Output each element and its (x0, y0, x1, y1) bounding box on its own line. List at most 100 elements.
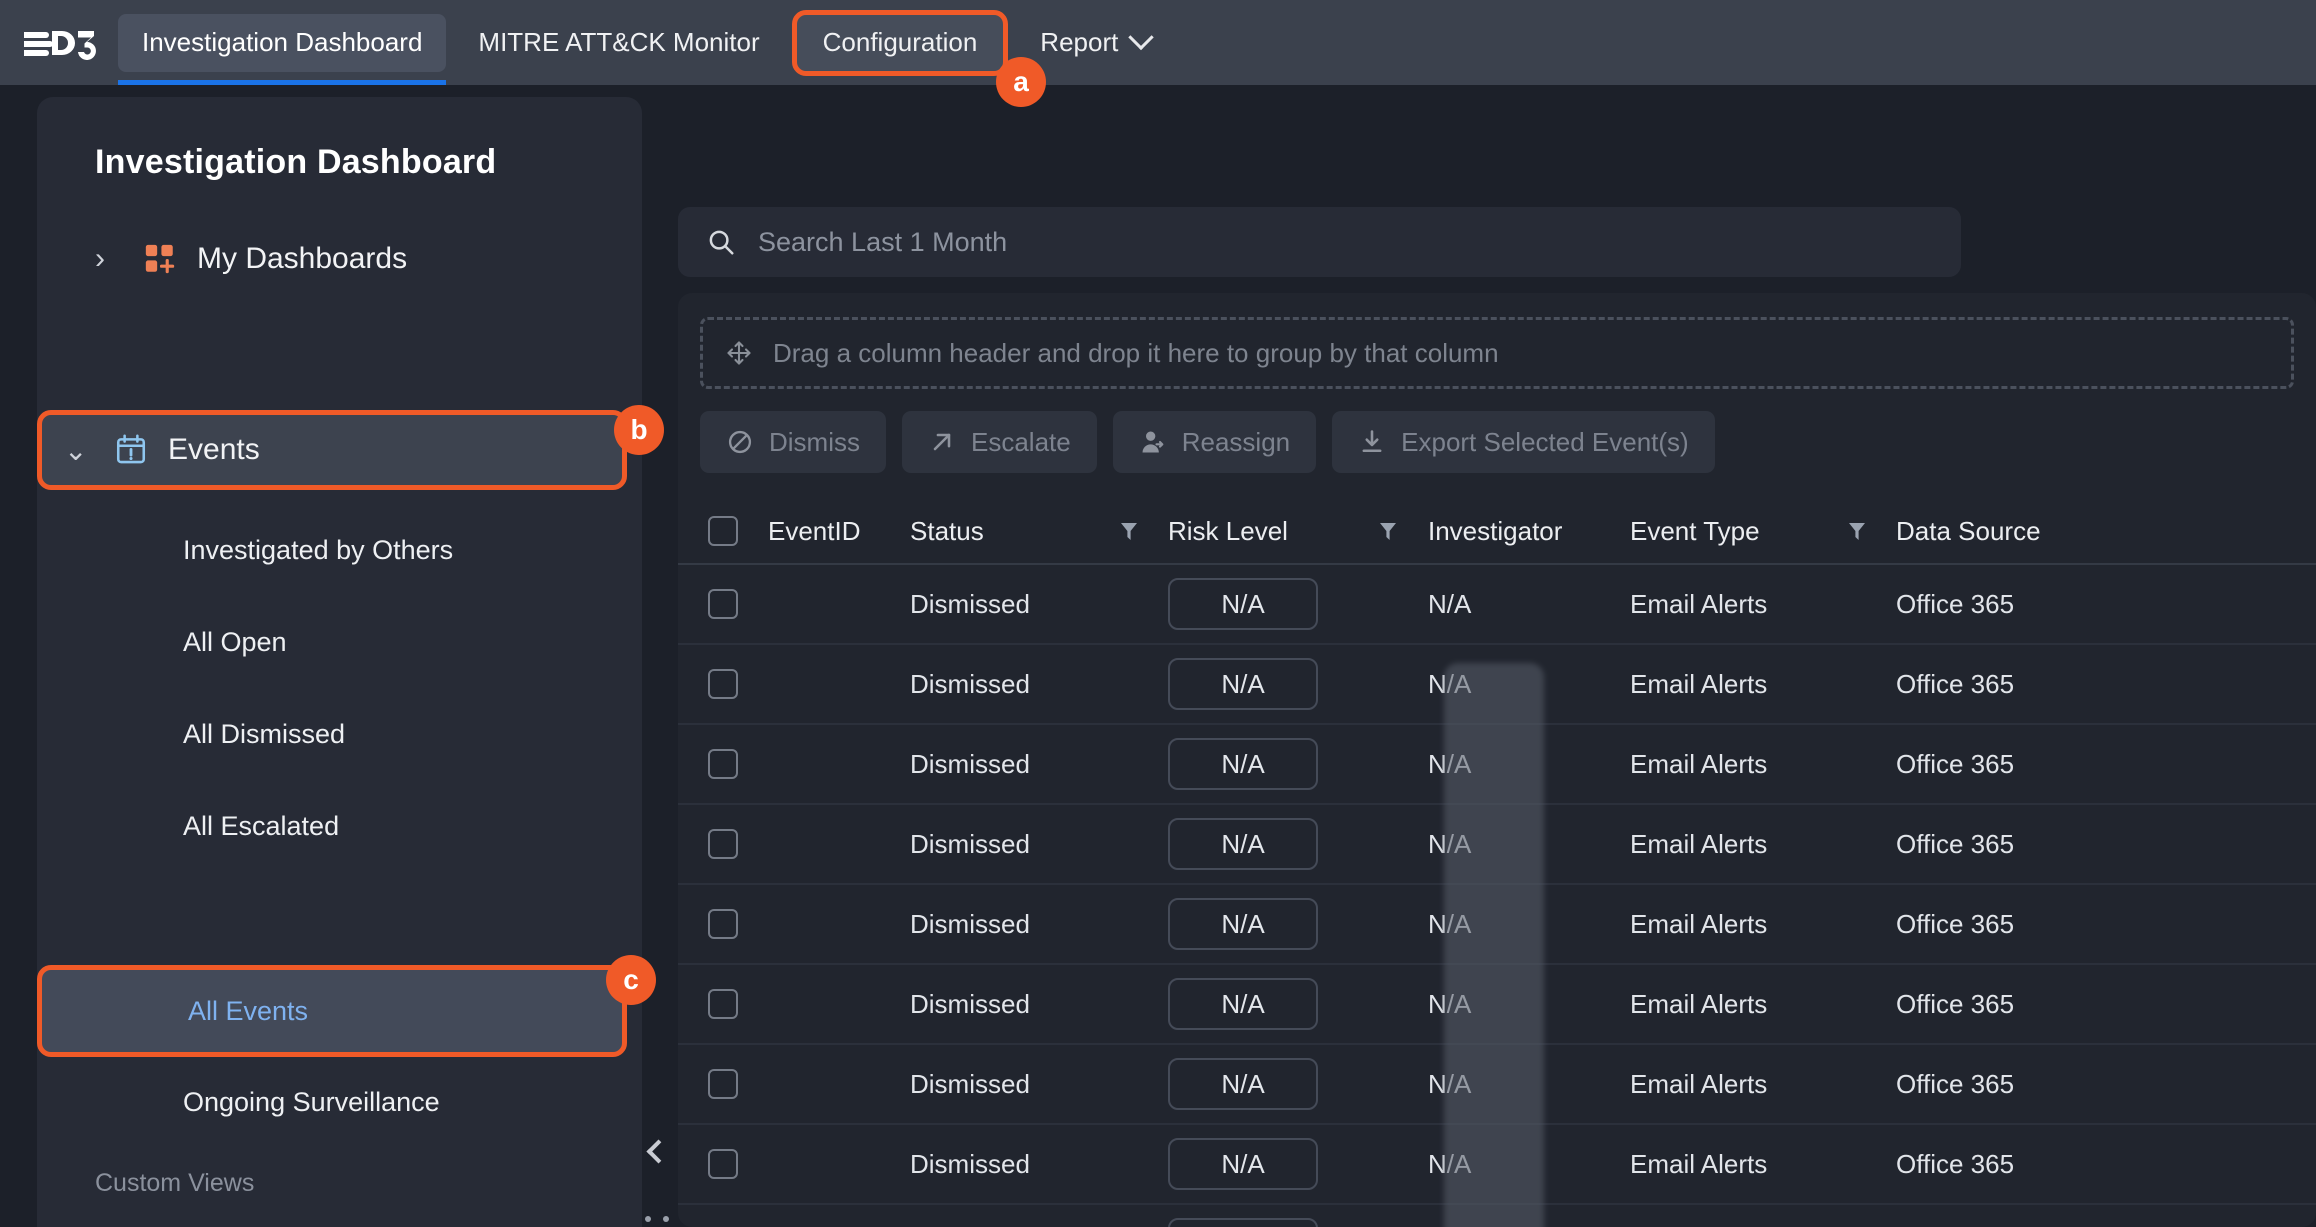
sidebar-item-all-open[interactable]: All Open (37, 596, 642, 688)
select-all-checkbox[interactable] (678, 516, 768, 546)
search-input-placeholder: Search Last 1 Month (758, 226, 1008, 257)
cell-status: Dismissed (910, 908, 1030, 939)
export-selected-events-button[interactable]: Export Selected Event(s) (1332, 411, 1715, 473)
table-row[interactable]: DismissedN/AN/AEmail AlertsOffice 365 (678, 965, 2316, 1045)
tab-report-label: Report (1040, 27, 1119, 57)
sidebar-item-all-escalated-label: All Escalated (183, 810, 340, 841)
cell-event-type: Email Alerts (1630, 828, 1768, 859)
search-bar[interactable]: Search Last 1 Month (678, 207, 1961, 277)
cell-risk-level: N/A (1168, 898, 1348, 950)
move-arrows-icon (725, 339, 753, 367)
column-header-event-type[interactable]: Event Type (1630, 516, 1818, 547)
column-header-investigator[interactable]: Investigator (1428, 516, 1630, 547)
cell-data-source: Office 365 (1896, 668, 2015, 699)
drag-dots-icon[interactable] (644, 1216, 672, 1227)
row-checkbox[interactable] (678, 909, 768, 939)
cell-risk-level: N/A (1168, 1058, 1348, 1110)
main-content: Search Last 1 Month Drag a column header… (678, 97, 2316, 1227)
tab-investigation-dashboard[interactable]: Investigation Dashboard (118, 13, 447, 85)
risk-level-badge: N/A (1168, 1218, 1318, 1227)
filter-funnel-icon-event-type[interactable] (1818, 518, 1896, 544)
events-table: EventID Status Risk Level Investigator E… (678, 499, 2316, 1227)
sidebar-item-ongoing-surveillance[interactable]: Ongoing Surveillance (37, 1056, 642, 1148)
escalate-button[interactable]: Escalate (902, 411, 1097, 473)
sidebar: Investigation Dashboard › My Dashboards … (37, 97, 642, 1227)
cell-investigator: N/A (1428, 1148, 1472, 1179)
search-icon (706, 227, 736, 257)
cell-risk-level: N/A (1168, 1218, 1348, 1227)
sidebar-item-all-dismissed[interactable]: All Dismissed (37, 688, 642, 780)
column-header-risk-level[interactable]: Risk Level (1168, 516, 1348, 547)
annotation-badge-c: c (606, 955, 656, 1005)
row-checkbox[interactable] (678, 1069, 768, 1099)
column-header-data-source[interactable]: Data Source (1896, 516, 2096, 547)
tab-report[interactable]: Report (1016, 14, 1174, 72)
table-header-row: EventID Status Risk Level Investigator E… (678, 499, 2316, 565)
row-checkbox[interactable] (678, 669, 768, 699)
table-row[interactable]: DismissedN/AN/AEmail AlertsOffice 365 (678, 885, 2316, 965)
table-row[interactable]: DismissedN/AN/AEmail AlertsOffice 365 (678, 565, 2316, 645)
sidebar-item-my-dashboards[interactable]: › My Dashboards (37, 224, 642, 294)
sidebar-section-custom-views[interactable]: Custom Views (37, 1148, 642, 1218)
risk-level-badge: N/A (1168, 1058, 1318, 1110)
reassign-button-label: Reassign (1181, 426, 1291, 457)
cell-status: Dismissed (910, 828, 1030, 859)
sidebar-item-all-escalated[interactable]: All Escalated (37, 780, 642, 872)
chevron-right-icon: › (95, 242, 105, 275)
annotation-badge-a-letter: a (1013, 66, 1029, 97)
group-by-dropzone[interactable]: Drag a column header and drop it here to… (700, 317, 2294, 389)
table-row[interactable]: DismissedN/AN/AEmail AlertsOffice 365 (678, 805, 2316, 885)
sidebar-item-all-events[interactable]: All Events (37, 965, 627, 1057)
dismiss-button-label: Dismiss (769, 426, 860, 457)
cell-investigator: N/A (1428, 908, 1472, 939)
cell-event-type: Email Alerts (1630, 1068, 1768, 1099)
sidebar-item-my-dashboards-label: My Dashboards (197, 242, 408, 275)
sidebar-title: Investigation Dashboard (95, 143, 497, 181)
cell-investigator: N/A (1428, 668, 1472, 699)
cell-event-type: Email Alerts (1630, 908, 1768, 939)
tab-configuration[interactable]: Configuration (791, 9, 1009, 76)
sidebar-item-investigated-by-others[interactable]: Investigated by Others (37, 504, 642, 596)
escalate-button-label: Escalate (971, 426, 1071, 457)
sidebar-section-custom-views-label: Custom Views (95, 1168, 255, 1197)
cell-event-type: Email Alerts (1630, 588, 1768, 619)
filter-funnel-icon-status[interactable] (1090, 518, 1168, 544)
tab-mitre-attack-monitor-label: MITRE ATT&CK Monitor (478, 27, 760, 57)
dismiss-button[interactable]: Dismiss (700, 411, 886, 473)
table-row[interactable]: DismissedN/AN/AEmail AlertsOffice 365 (678, 645, 2316, 725)
tab-configuration-label: Configuration (822, 27, 978, 57)
row-checkbox[interactable] (678, 1149, 768, 1179)
reassign-button[interactable]: Reassign (1112, 411, 1317, 473)
chevron-left-icon[interactable] (645, 1139, 671, 1164)
row-checkbox[interactable] (678, 989, 768, 1019)
table-row[interactable]: DismissedN/AN/AEmail AlertsOffice 365 (678, 725, 2316, 805)
column-header-status[interactable]: Status (910, 516, 1090, 547)
table-row[interactable]: DismissedN/AN/AEmail AlertsOffice 365 (678, 1205, 2316, 1227)
dashboard-grid-add-icon (143, 242, 177, 276)
chevron-down-icon: ⌄ (64, 434, 88, 466)
cell-risk-level: N/A (1168, 738, 1348, 790)
risk-level-badge: N/A (1168, 738, 1318, 790)
risk-level-badge: N/A (1168, 658, 1318, 710)
table-row[interactable]: DismissedN/AN/AEmail AlertsOffice 365 (678, 1045, 2316, 1125)
sidebar-item-all-open-label: All Open (183, 626, 287, 657)
cell-event-type: Email Alerts (1630, 668, 1768, 699)
calendar-alert-icon (114, 433, 148, 467)
tab-mitre-attack-monitor[interactable]: MITRE ATT&CK Monitor (454, 14, 783, 72)
table-row[interactable]: DismissedN/AN/AEmail AlertsOffice 365 (678, 1125, 2316, 1205)
row-checkbox[interactable] (678, 589, 768, 619)
sidebar-item-events[interactable]: ⌄ Events (37, 410, 627, 490)
sidebar-item-investigated-by-others-label: Investigated by Others (183, 534, 454, 565)
events-grid-panel: Drag a column header and drop it here to… (678, 293, 2316, 1227)
cell-investigator: N/A (1428, 988, 1472, 1019)
sidebar-item-ongoing-surveillance-label: Ongoing Surveillance (183, 1086, 440, 1117)
cell-status: Dismissed (910, 988, 1030, 1019)
cell-investigator: N/A (1428, 1068, 1472, 1099)
column-header-eventid[interactable]: EventID (768, 516, 910, 547)
cell-data-source: Office 365 (1896, 588, 2015, 619)
row-checkbox[interactable] (678, 829, 768, 859)
row-checkbox[interactable] (678, 749, 768, 779)
filter-funnel-icon-risk-level[interactable] (1348, 518, 1428, 544)
cell-data-source: Office 365 (1896, 1068, 2015, 1099)
cell-risk-level: N/A (1168, 1138, 1348, 1190)
